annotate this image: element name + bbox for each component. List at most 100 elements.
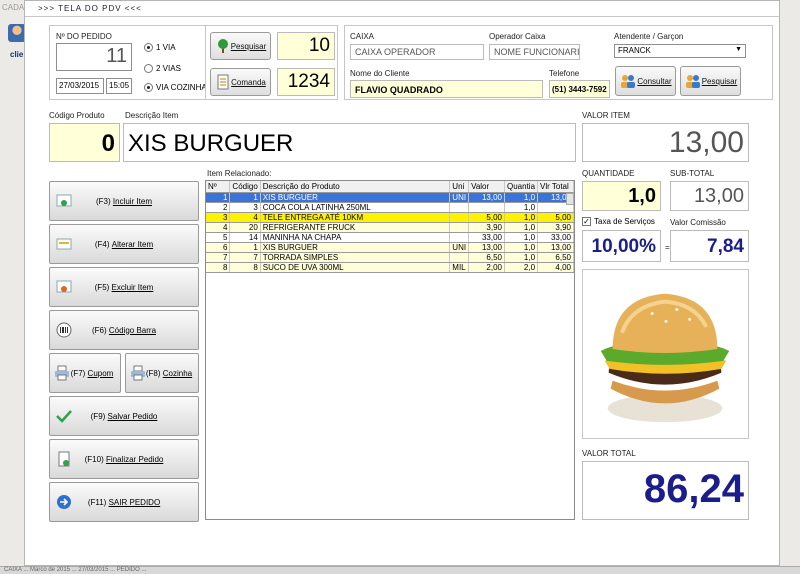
table-cell: TORRADA SIMPLES bbox=[260, 252, 451, 263]
salvar-key: (F9) bbox=[90, 411, 106, 421]
table-cell: 1,0 bbox=[504, 232, 539, 243]
total-field: 86,24 bbox=[582, 461, 749, 520]
quantidade-field[interactable]: 1,0 bbox=[582, 181, 661, 211]
col-code-header[interactable]: Código bbox=[229, 181, 261, 193]
comanda-value[interactable]: 1234 bbox=[277, 68, 335, 96]
table-cell: 13,00 bbox=[468, 192, 505, 203]
col-total-header[interactable]: Vlr Total bbox=[537, 181, 574, 193]
operador-field[interactable]: NOME FUNCIONARIO bbox=[489, 44, 580, 60]
table-row[interactable]: 7 7 TORRADA SIMPLES 6,50 1,0 6,50 bbox=[206, 252, 574, 263]
pesquisar-button[interactable]: Pesquisar bbox=[210, 32, 271, 60]
radio-via-cozinha[interactable]: VIA COZINHA bbox=[144, 83, 207, 92]
valor-item-field: 13,00 bbox=[582, 123, 749, 162]
window-titlebar: >>> TELA DO PDV <<< bbox=[25, 1, 779, 17]
table-cell: 4,00 bbox=[537, 262, 574, 273]
excluir-item-button[interactable]: (F5) Excluir Item bbox=[49, 267, 199, 307]
table-cell: COCA COLA LATINHA 250ML bbox=[260, 202, 451, 213]
table-scrollbar[interactable] bbox=[566, 193, 574, 205]
table-row[interactable]: 3 4 TELE ENTREGA ATÉ 10KM 5,00 1,0 5,00 bbox=[206, 212, 574, 223]
finalizar-pedido-button[interactable]: (F10) Finalizar Pedido bbox=[49, 439, 199, 479]
order-time-field[interactable]: 15:05 bbox=[106, 78, 132, 94]
users-search-icon bbox=[686, 75, 700, 88]
subtotal-label: SUB-TOTAL bbox=[670, 169, 715, 178]
table-row[interactable]: 5 14 MANINHA NA CHAPA 33,00 1,0 33,00 bbox=[206, 232, 574, 243]
atendente-select[interactable]: FRANCK ▼ bbox=[614, 44, 746, 58]
pesquisar-cliente-label: Pesquisar bbox=[701, 76, 738, 86]
window-title: >>> TELA DO PDV <<< bbox=[38, 4, 142, 13]
table-row[interactable]: 1 1 XIS BURGUER UNI 13,00 1,0 13,00 bbox=[206, 192, 574, 203]
table-cell: 5,00 bbox=[468, 212, 505, 223]
sair-pedido-button[interactable]: (F11) SAIR PEDIDO bbox=[49, 482, 199, 522]
caixa-label: CAIXA bbox=[350, 32, 375, 41]
col-qty-header[interactable]: Quantia bbox=[504, 181, 539, 193]
items-table[interactable]: Nº Código Descrição do Produto Uni Valor… bbox=[205, 180, 575, 520]
col-unit-header[interactable]: Uni bbox=[449, 181, 470, 193]
exit-arrow-icon bbox=[57, 495, 71, 509]
salvar-label: Salvar Pedido bbox=[107, 411, 158, 421]
table-cell: XIS BURGUER bbox=[260, 192, 451, 203]
valor-item-label: VALOR ITEM bbox=[582, 111, 630, 120]
items-table-body: 1 1 XIS BURGUER UNI 13,00 1,0 13,00 2 3 COCA COLA… bbox=[206, 192, 574, 273]
table-row[interactable]: 2 3 COCA COLA LATINHA 250ML 1,0 bbox=[206, 202, 574, 213]
telefone-field[interactable]: (51) 3443-7592 bbox=[549, 80, 610, 98]
background-app-icon-label: clie bbox=[10, 50, 24, 59]
subtotal-field: 13,00 bbox=[670, 181, 749, 211]
finalizar-label: Finalizar Pedido bbox=[105, 454, 164, 464]
table-cell: UNI bbox=[449, 192, 470, 203]
consultar-button[interactable]: Consultar bbox=[615, 66, 676, 96]
caixa-field[interactable]: CAIXA OPERADOR bbox=[350, 44, 484, 60]
table-cell: 1 bbox=[206, 192, 231, 203]
alterar-label: Alterar Item bbox=[111, 239, 154, 249]
background-statusbar: CAIXA ... Marco de 2015 ... 27/03/2015 .… bbox=[0, 566, 800, 574]
table-cell: SUCO DE UVA 300ML bbox=[260, 262, 451, 273]
pesquisar-value[interactable]: 10 bbox=[277, 32, 335, 60]
radio-via-cozinha-dot bbox=[144, 83, 153, 92]
table-row[interactable]: 8 8 SUCO DE UVA 300ML MIL 2,00 2,0 4,00 bbox=[206, 262, 574, 273]
col-desc-header[interactable]: Descrição do Produto bbox=[260, 181, 451, 193]
radio-2-vias[interactable]: 2 VIAS bbox=[144, 64, 181, 73]
incluir-item-button[interactable]: (F3) Incluir Item bbox=[49, 181, 199, 221]
product-desc-field[interactable]: XIS BURGUER bbox=[123, 123, 576, 162]
table-row[interactable]: 6 1 XIS BURGUER UNI 13,00 1,0 13,00 bbox=[206, 242, 574, 253]
cupom-button[interactable]: (F7) Cupom bbox=[49, 353, 121, 393]
table-cell: 5 bbox=[206, 232, 231, 243]
cozinha-button[interactable]: (F8) Cozinha bbox=[125, 353, 199, 393]
comanda-button[interactable]: Comanda bbox=[210, 68, 271, 96]
table-cell: 5,00 bbox=[537, 212, 574, 223]
cliente-field[interactable]: FLAVIO QUADRADO bbox=[350, 80, 543, 98]
order-date-field[interactable]: 27/03/2015 bbox=[56, 78, 104, 94]
table-row[interactable]: 4 20 REFRIGERANTE FRUCK 3,90 1,0 3,90 bbox=[206, 222, 574, 233]
table-cell: 33,00 bbox=[537, 232, 574, 243]
col-number-header[interactable]: Nº bbox=[206, 181, 231, 193]
codigo-barra-label: Código Barra bbox=[108, 325, 157, 335]
salvar-pedido-button[interactable]: (F9) Salvar Pedido bbox=[49, 396, 199, 436]
table-cell: 1 bbox=[229, 192, 261, 203]
product-code-label: Código Produto bbox=[49, 111, 105, 120]
product-code-field[interactable]: 0 bbox=[49, 123, 120, 162]
pesquisar-cliente-button[interactable]: Pesquisar bbox=[680, 66, 741, 96]
alterar-item-button[interactable]: (F4) Alterar Item bbox=[49, 224, 199, 264]
table-cell: UNI bbox=[449, 242, 470, 253]
pesquisar-label: Pesquisar bbox=[230, 41, 267, 51]
table-cell: 2,0 bbox=[504, 262, 539, 273]
action-buttons: (F3) Incluir Item (F4) Alterar Item (F5)… bbox=[49, 181, 199, 522]
codigo-barra-button[interactable]: (F6) Código Barra bbox=[49, 310, 199, 350]
table-cell bbox=[449, 222, 470, 233]
comanda-label: Comanda bbox=[231, 77, 266, 87]
table-cell: 1,0 bbox=[504, 192, 539, 203]
taxa-checkbox[interactable]: ✓ Taxa de Serviços bbox=[582, 217, 655, 226]
incluir-key: (F3) bbox=[95, 196, 111, 206]
table-cell: 4 bbox=[229, 212, 261, 223]
radio-1-via-dot bbox=[144, 43, 153, 52]
radio-1-via[interactable]: 1 VIA bbox=[144, 43, 176, 52]
document-icon bbox=[217, 74, 229, 90]
cozinha-key: (F8) bbox=[145, 368, 161, 378]
col-price-header[interactable]: Valor bbox=[468, 181, 505, 193]
taxa-field[interactable]: 10,00% bbox=[582, 230, 661, 262]
alterar-key: (F4) bbox=[94, 239, 110, 249]
order-number-field[interactable]: 11 bbox=[56, 43, 132, 71]
checkmark-icon bbox=[56, 410, 72, 423]
table-cell: 20 bbox=[229, 222, 261, 233]
table-cell: 1,0 bbox=[504, 252, 539, 263]
client-panel: CAIXA CAIXA OPERADOR Operador Caixa NOME… bbox=[344, 25, 773, 100]
